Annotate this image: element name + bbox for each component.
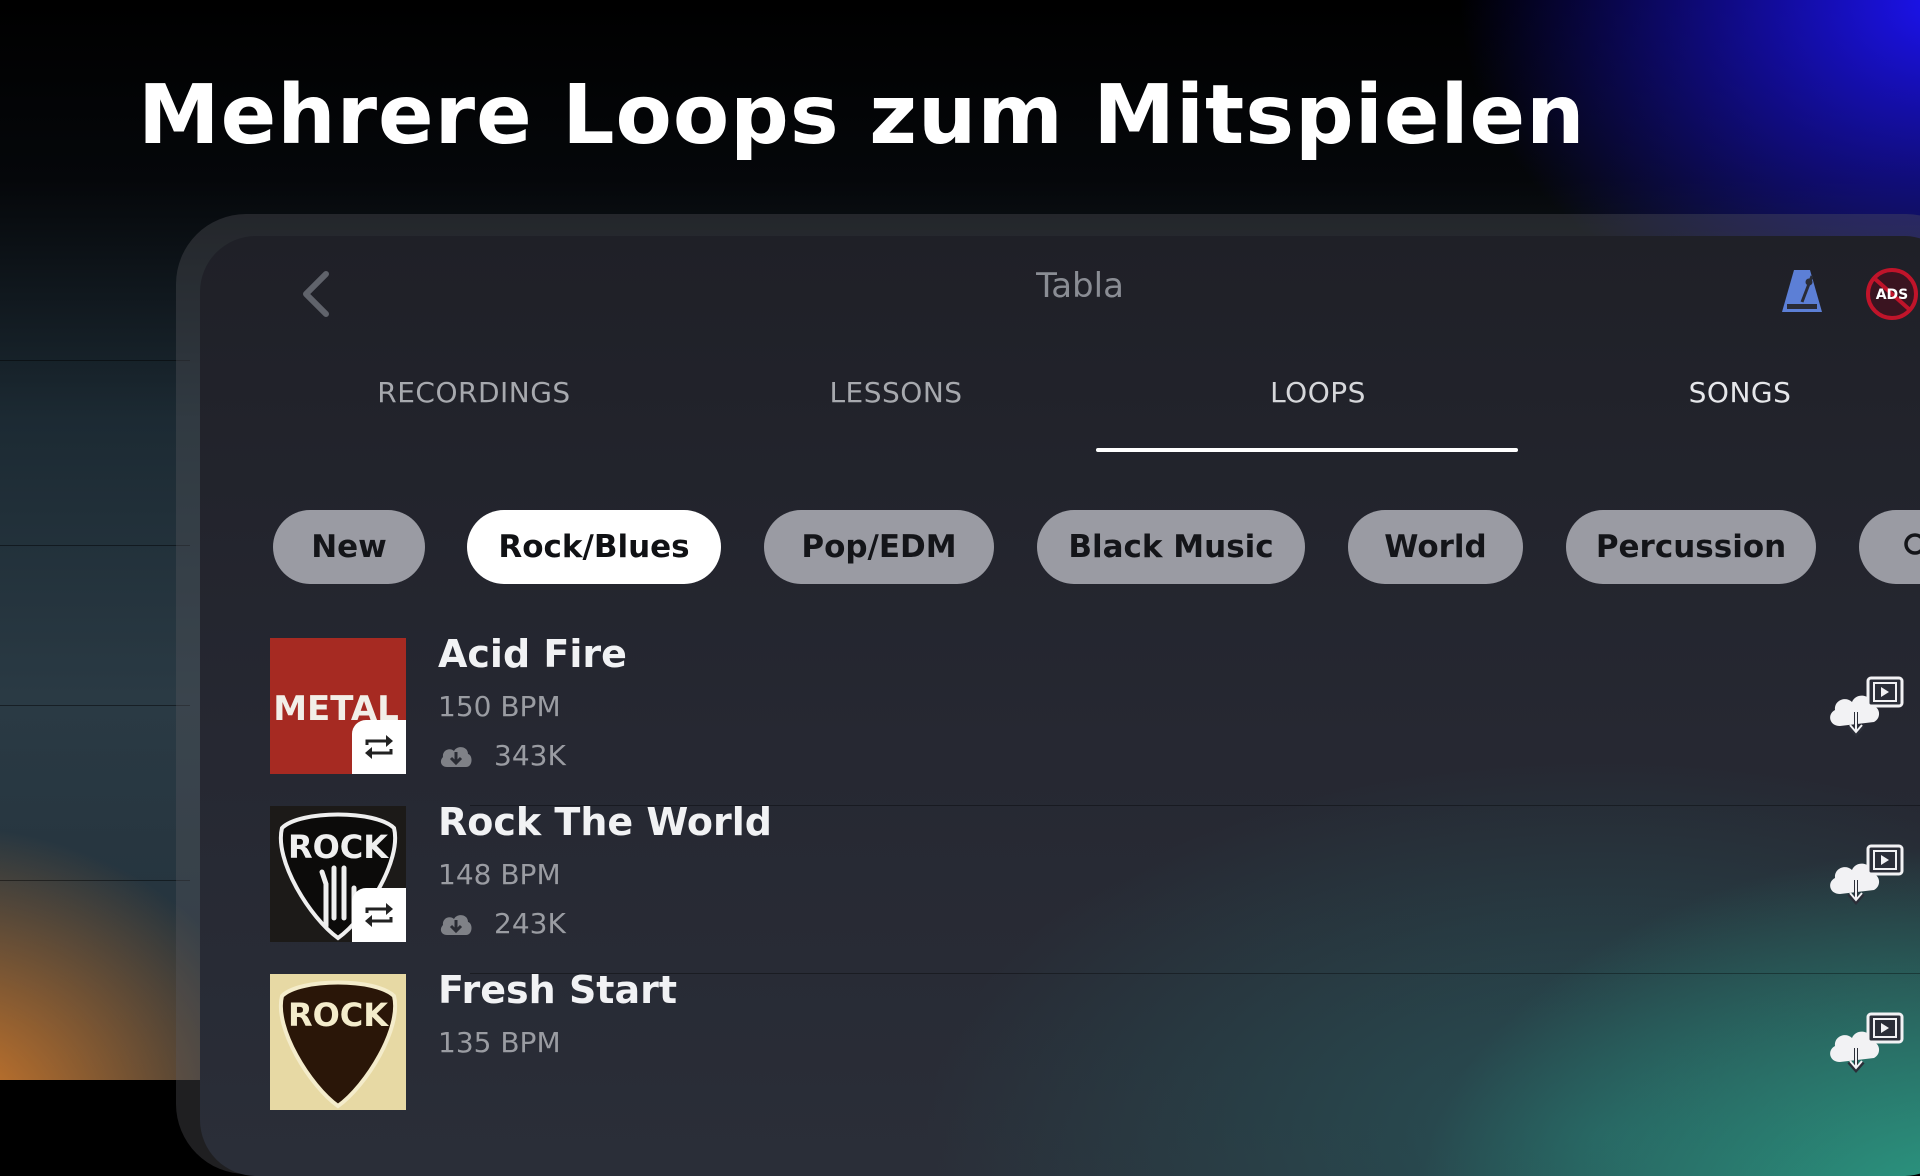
download-count: 243K [494, 907, 566, 940]
tab-recordings[interactable]: RECORDINGS [263, 376, 685, 409]
loop-title: Acid Fire [438, 632, 627, 676]
chip-black-music[interactable]: Black Music [1037, 510, 1305, 584]
repeat-icon [365, 735, 393, 759]
loop-badge [352, 888, 406, 942]
genre-filter-chips: New Rock/Blues Pop/EDM Black Music World… [273, 510, 1920, 586]
wood-grain-line [0, 545, 190, 546]
download-count-icon [440, 747, 472, 767]
loop-row-fresh-start[interactable]: ROCK Fresh Start 135 BPM [270, 968, 1920, 1142]
download-video-icon[interactable] [1826, 842, 1906, 906]
ads-label: ADS [1876, 287, 1909, 303]
active-tab-indicator [1096, 448, 1518, 452]
chip-pop-edm[interactable]: Pop/EDM [764, 510, 994, 584]
loop-title: Fresh Start [438, 968, 678, 1012]
loop-badge [352, 720, 406, 774]
loop-bpm: 148 BPM [438, 858, 561, 891]
loop-row-rock-the-world[interactable]: ROCK Rock The World 148 BPM 243K [270, 800, 1920, 974]
no-ads-icon[interactable]: ADS [1864, 266, 1920, 322]
loop-cover: ROCK [270, 806, 406, 942]
loop-bpm: 135 BPM [438, 1026, 561, 1059]
app-screen: Tabla ADS RECORDINGS LESSONS LOOPS SONGS… [200, 236, 1920, 1176]
promo-headline: Mehrere Loops zum Mitspielen [138, 68, 1586, 163]
loop-cover: METAL [270, 638, 406, 774]
loop-cover: ROCK [270, 974, 406, 1110]
chip-rock-blues[interactable]: Rock/Blues [467, 510, 721, 584]
chip-world[interactable]: World [1348, 510, 1523, 584]
chip-percussion[interactable]: Percussion [1566, 510, 1816, 584]
wood-grain-line [0, 880, 190, 881]
rock-cover-art: ROCK [270, 974, 406, 1110]
download-count-icon [440, 915, 472, 935]
wood-grain-line [0, 705, 190, 706]
tab-lessons[interactable]: LESSONS [685, 376, 1107, 409]
metronome-icon[interactable] [1778, 266, 1826, 316]
loop-bpm: 150 BPM [438, 690, 561, 723]
search-icon [1904, 533, 1920, 555]
search-chip[interactable] [1859, 510, 1920, 584]
wood-grain-line [0, 360, 190, 361]
svg-text:ROCK: ROCK [288, 996, 389, 1034]
repeat-icon [365, 903, 393, 927]
tab-bar: RECORDINGS LESSONS LOOPS SONGS [263, 376, 1920, 446]
chip-new[interactable]: New [273, 510, 425, 584]
download-video-icon[interactable] [1826, 1010, 1906, 1074]
loop-title: Rock The World [438, 800, 773, 844]
download-video-icon[interactable] [1826, 674, 1906, 738]
app-title: Tabla [1036, 266, 1124, 306]
tab-songs[interactable]: SONGS [1529, 376, 1920, 409]
loop-row-acid-fire[interactable]: METAL Acid Fire 150 BPM 343K [270, 632, 1920, 806]
svg-text:ROCK: ROCK [288, 828, 389, 866]
download-count: 343K [494, 739, 566, 772]
tab-loops[interactable]: LOOPS [1107, 376, 1529, 409]
